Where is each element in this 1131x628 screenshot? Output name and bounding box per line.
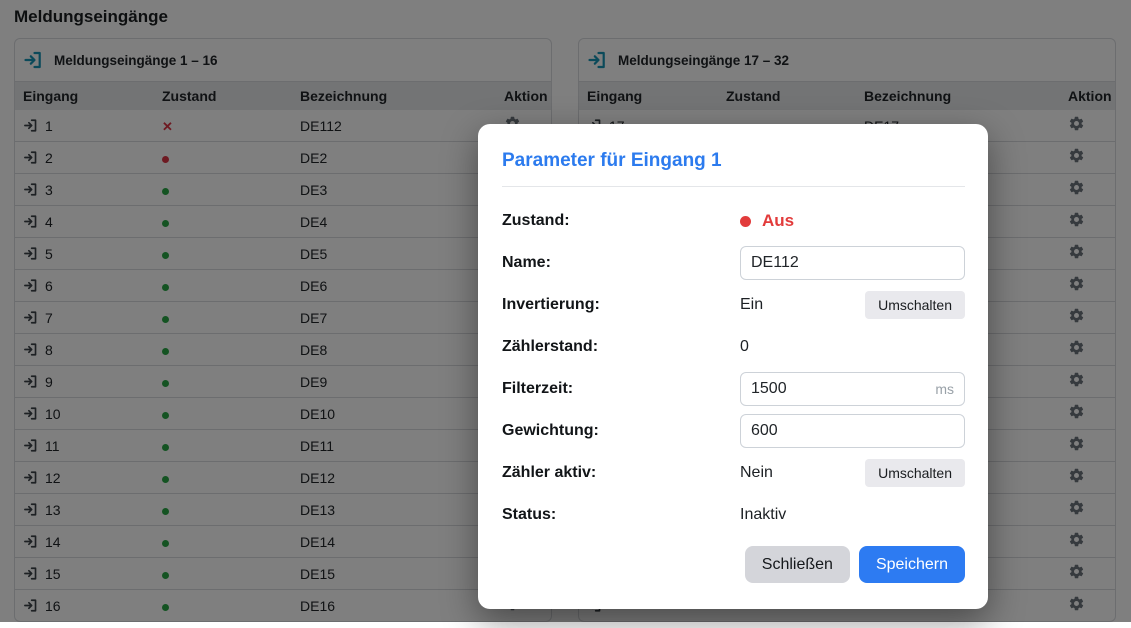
- field-row-zustand: Zustand: Aus: [502, 204, 965, 238]
- zaehlerstand-label: Zählerstand:: [502, 338, 740, 356]
- field-row-status: Status: Inaktiv: [502, 498, 965, 532]
- name-label: Name:: [502, 254, 740, 272]
- invertierung-toggle-button[interactable]: Umschalten: [865, 291, 965, 319]
- field-row-filterzeit: Filterzeit: ms: [502, 372, 965, 406]
- field-row-zaehlerstand: Zählerstand: 0: [502, 330, 965, 364]
- parameter-dialog: Parameter für Eingang 1 Zustand: Aus Nam…: [478, 124, 988, 609]
- invertierung-label: Invertierung:: [502, 296, 740, 314]
- zustand-label: Zustand:: [502, 212, 740, 230]
- status-value: Inaktiv: [740, 506, 786, 524]
- save-button[interactable]: Speichern: [859, 546, 965, 583]
- filterzeit-label: Filterzeit:: [502, 380, 740, 398]
- dialog-title: Parameter für Eingang 1: [502, 150, 965, 172]
- name-input[interactable]: [740, 246, 965, 280]
- field-row-zaehler-aktiv: Zähler aktiv: Nein Umschalten: [502, 456, 965, 490]
- field-row-invertierung: Invertierung: Ein Umschalten: [502, 288, 965, 322]
- dialog-footer: Schließen Speichern: [502, 546, 965, 583]
- zaehler-aktiv-value: Nein: [740, 464, 773, 482]
- gewichtung-label: Gewichtung:: [502, 422, 740, 440]
- gewichtung-input[interactable]: [740, 414, 965, 448]
- zustand-value: Aus: [762, 211, 794, 231]
- zaehler-aktiv-label: Zähler aktiv:: [502, 464, 740, 482]
- close-button[interactable]: Schließen: [745, 546, 850, 583]
- zaehlerstand-value: 0: [740, 338, 749, 356]
- state-off-dot: [740, 216, 751, 227]
- divider: [502, 186, 965, 187]
- field-row-name: Name:: [502, 246, 965, 280]
- field-row-gewichtung: Gewichtung:: [502, 414, 965, 448]
- invertierung-value: Ein: [740, 296, 763, 314]
- status-label: Status:: [502, 506, 740, 524]
- filterzeit-input[interactable]: [740, 372, 965, 406]
- zaehler-aktiv-toggle-button[interactable]: Umschalten: [865, 459, 965, 487]
